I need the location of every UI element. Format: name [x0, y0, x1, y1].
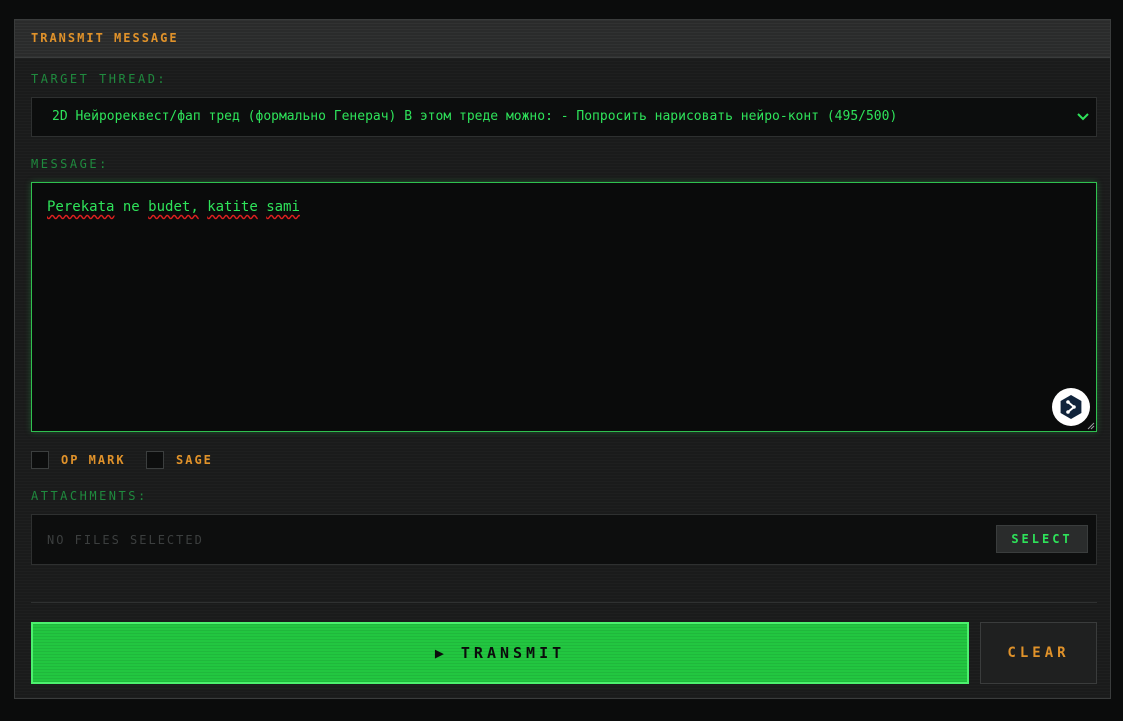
hexagon-share-icon: [1060, 395, 1082, 419]
select-files-button[interactable]: SELECT: [996, 525, 1088, 553]
message-text: Perekata ne budet, katite sami: [47, 199, 300, 215]
message-label: MESSAGE:: [31, 157, 109, 171]
op-mark-label[interactable]: OP MARK: [61, 453, 126, 467]
attachments-dropzone[interactable]: NO FILES SELECTED SELECT: [31, 514, 1097, 565]
target-thread-label: TARGET THREAD:: [31, 72, 168, 86]
no-files-status: NO FILES SELECTED: [47, 533, 204, 547]
message-word: sami: [266, 199, 300, 215]
chevron-down-icon: [1077, 113, 1089, 121]
sage-label[interactable]: SAGE: [176, 453, 213, 467]
divider: [31, 602, 1097, 603]
message-textarea[interactable]: Perekata ne budet, katite sami: [31, 182, 1097, 432]
message-word: budet,: [148, 199, 199, 215]
target-thread-select[interactable]: 2D Нейрореквест/фап тред (формально Гене…: [31, 97, 1097, 137]
message-word: ne: [122, 199, 140, 215]
message-word: Perekata: [47, 199, 115, 215]
transmit-button[interactable]: ▶ TRANSMIT: [31, 622, 969, 684]
target-thread-value: 2D Нейрореквест/фап тред (формально Гене…: [52, 109, 898, 124]
attachments-label: ATTACHMENTS:: [31, 489, 148, 503]
transmit-panel: TRANSMIT MESSAGE TARGET THREAD: 2D Нейро…: [14, 19, 1111, 699]
writing-assistant-icon[interactable]: [1052, 388, 1090, 426]
sage-checkbox[interactable]: [146, 451, 164, 469]
clear-button[interactable]: CLEAR: [980, 622, 1097, 684]
resize-handle-icon[interactable]: [1087, 422, 1095, 430]
message-word: katite: [207, 199, 258, 215]
transmit-label: TRANSMIT: [460, 644, 566, 662]
panel-title: TRANSMIT MESSAGE: [31, 31, 179, 45]
play-icon: ▶: [434, 644, 448, 662]
panel-header: TRANSMIT MESSAGE: [15, 20, 1110, 58]
op-mark-checkbox[interactable]: [31, 451, 49, 469]
